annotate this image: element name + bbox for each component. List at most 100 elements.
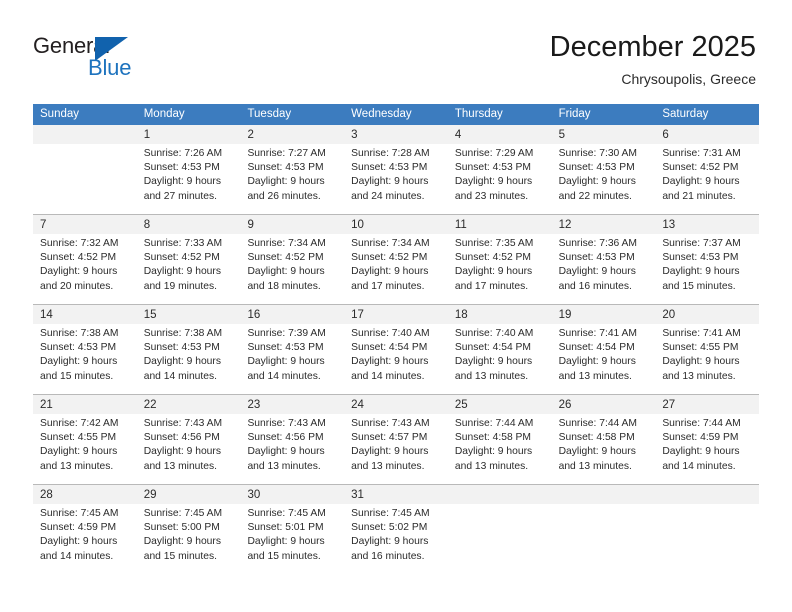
day-number: 5 xyxy=(558,129,565,141)
day-detail-body: Sunrise: 7:44 AM Sunset: 4:58 PM Daylight:… xyxy=(448,414,552,474)
day-number-band: 16 xyxy=(240,305,345,324)
daylight-text: Daylight: 9 hours xyxy=(351,356,429,368)
calendar-day-cell[interactable]: 15 Sunrise: 7:38 AM Sunset: 4:53 PM Dayligh… xyxy=(136,305,241,394)
calendar-week-row: 1 Sunrise: 7:26 AM Sunset: 4:53 PM Daylight… xyxy=(33,125,760,214)
calendar-day-cell[interactable]: 9 Sunrise: 7:34 AM Sunset: 4:52 PM Daylight… xyxy=(240,215,345,304)
calendar-day-cell[interactable]: 10 Sunrise: 7:34 AM Sunset: 4:52 PM Dayligh… xyxy=(344,215,448,304)
daylight-text: Daylight: 9 hours xyxy=(351,536,429,548)
calendar-week-row: 14 Sunrise: 7:38 AM Sunset: 4:53 PM Dayligh… xyxy=(33,304,760,394)
calendar-day-cell[interactable]: 12 Sunrise: 7:36 AM Sunset: 4:53 PM Dayligh… xyxy=(551,215,656,304)
day-number: 11 xyxy=(454,219,467,231)
calendar-day-cell[interactable]: 24 Sunrise: 7:43 AM Sunset: 4:57 PM Dayligh… xyxy=(344,395,448,484)
calendar-day-cell-empty xyxy=(33,125,137,214)
sunset-text: Sunset: 4:53 PM xyxy=(662,252,739,264)
calendar-day-cell[interactable]: 19 Sunrise: 7:41 AM Sunset: 4:54 PM Dayligh… xyxy=(551,305,656,394)
day-detail-body xyxy=(33,144,137,147)
day-number: 4 xyxy=(454,129,462,141)
sunset-text: Sunset: 4:53 PM xyxy=(558,162,635,174)
sunrise-text: Sunrise: 7:43 AM xyxy=(351,418,430,429)
calendar-day-cell[interactable]: 30 Sunrise: 7:45 AM Sunset: 5:01 PM Dayligh… xyxy=(240,485,345,574)
calendar-day-cell-empty xyxy=(655,485,760,574)
calendar-day-cell[interactable]: 23 Sunrise: 7:43 AM Sunset: 4:56 PM Dayligh… xyxy=(240,395,345,484)
calendar-weeks: 1 Sunrise: 7:26 AM Sunset: 4:53 PM Daylight… xyxy=(33,125,760,574)
day-number-band: 20 xyxy=(655,305,760,324)
day-detail-body: Sunrise: 7:29 AM Sunset: 4:53 PM Daylight:… xyxy=(448,144,552,204)
calendar-day-cell[interactable]: 14 Sunrise: 7:38 AM Sunset: 4:53 PM Dayligh… xyxy=(33,305,137,394)
sunrise-text: Sunrise: 7:26 AM xyxy=(143,148,223,159)
calendar-day-cell[interactable]: 13 Sunrise: 7:37 AM Sunset: 4:53 PM Dayligh… xyxy=(655,215,760,304)
daylight-text: Daylight: 9 hours xyxy=(143,446,221,458)
daylight-text: Daylight: 9 hours xyxy=(662,266,740,278)
sunrise-text: Sunrise: 7:35 AM xyxy=(454,238,534,249)
sunset-text: Sunset: 4:56 PM xyxy=(143,432,220,444)
day-number: 16 xyxy=(247,309,261,321)
day-number: 22 xyxy=(143,399,157,411)
day-number-band: 29 xyxy=(136,485,241,504)
calendar-day-cell[interactable]: 2 Sunrise: 7:27 AM Sunset: 4:53 PM Daylight… xyxy=(240,125,345,214)
calendar-day-cell[interactable]: 25 Sunrise: 7:44 AM Sunset: 4:58 PM Dayligh… xyxy=(447,395,552,484)
calendar-day-cell[interactable]: 6 Sunrise: 7:31 AM Sunset: 4:52 PM Daylight… xyxy=(655,125,760,214)
day-number-band: 1 xyxy=(136,125,241,144)
day-number-band: 12 xyxy=(551,215,656,234)
calendar-week-cells: 21 Sunrise: 7:42 AM Sunset: 4:55 PM Dayligh… xyxy=(33,395,760,484)
daylight-text: and 14 minutes. xyxy=(662,460,736,472)
day-number: 7 xyxy=(40,219,47,231)
calendar-day-cell[interactable]: 28 Sunrise: 7:45 AM Sunset: 4:59 PM Dayligh… xyxy=(33,485,137,574)
day-number-band: 31 xyxy=(344,485,448,504)
calendar-day-cell[interactable]: 11 Sunrise: 7:35 AM Sunset: 4:52 PM Dayligh… xyxy=(447,215,552,304)
calendar-day-cell[interactable]: 21 Sunrise: 7:42 AM Sunset: 4:55 PM Dayligh… xyxy=(33,395,137,484)
day-number-band: 5 xyxy=(551,125,656,144)
calendar-day-cell[interactable]: 17 Sunrise: 7:40 AM Sunset: 4:54 PM Dayligh… xyxy=(344,305,448,394)
sunrise-text: Sunrise: 7:45 AM xyxy=(247,508,326,519)
daylight-text: Daylight: 9 hours xyxy=(247,356,325,368)
day-number-band: 4 xyxy=(447,125,552,144)
sunset-text: Sunset: 4:52 PM xyxy=(662,162,739,174)
daylight-text: and 26 minutes. xyxy=(247,190,321,202)
sunrise-text: Sunrise: 7:40 AM xyxy=(351,328,430,339)
daylight-text: Daylight: 9 hours xyxy=(558,176,636,188)
calendar-day-cell[interactable]: 1 Sunrise: 7:26 AM Sunset: 4:53 PM Daylight… xyxy=(136,125,241,214)
calendar-day-cell[interactable]: 22 Sunrise: 7:43 AM Sunset: 4:56 PM Dayligh… xyxy=(136,395,241,484)
daylight-text: and 16 minutes. xyxy=(558,280,632,292)
calendar-day-cell[interactable]: 4 Sunrise: 7:29 AM Sunset: 4:53 PM Daylight… xyxy=(447,125,552,214)
daylight-text: Daylight: 9 hours xyxy=(40,356,118,368)
day-detail-body: Sunrise: 7:45 AM Sunset: 4:59 PM Daylight:… xyxy=(33,504,137,564)
calendar-day-cell[interactable]: 31 Sunrise: 7:45 AM Sunset: 5:02 PM Dayligh… xyxy=(344,485,448,574)
calendar-day-cell[interactable]: 8 Sunrise: 7:33 AM Sunset: 4:52 PM Daylight… xyxy=(136,215,241,304)
daylight-text: Daylight: 9 hours xyxy=(454,356,533,368)
calendar-day-cell[interactable]: 27 Sunrise: 7:44 AM Sunset: 4:59 PM Dayligh… xyxy=(655,395,760,484)
day-detail-body: Sunrise: 7:30 AM Sunset: 4:53 PM Daylight:… xyxy=(552,144,656,204)
sunrise-text: Sunrise: 7:41 AM xyxy=(558,328,638,339)
day-number: 25 xyxy=(454,399,468,411)
sunrise-text: Sunrise: 7:45 AM xyxy=(351,508,430,519)
sunrise-text: Sunrise: 7:32 AM xyxy=(40,238,119,249)
page-header: General Blue December 2025 Chrysoupolis,… xyxy=(0,0,792,104)
day-number-band: 24 xyxy=(344,395,448,414)
day-detail-body: Sunrise: 7:36 AM Sunset: 4:53 PM Daylight:… xyxy=(552,234,656,294)
daylight-text: Daylight: 9 hours xyxy=(143,266,221,278)
brand-logo[interactable]: General Blue xyxy=(33,33,213,88)
calendar-day-cell[interactable]: 5 Sunrise: 7:30 AM Sunset: 4:53 PM Daylight… xyxy=(551,125,656,214)
calendar-day-cell[interactable]: 3 Sunrise: 7:28 AM Sunset: 4:53 PM Daylight… xyxy=(344,125,448,214)
sunset-text: Sunset: 4:53 PM xyxy=(454,162,532,174)
sunset-text: Sunset: 4:58 PM xyxy=(454,432,532,444)
day-number: 12 xyxy=(558,219,572,231)
sunset-text: Sunset: 4:58 PM xyxy=(558,432,635,444)
day-detail-body: Sunrise: 7:40 AM Sunset: 4:54 PM Daylight:… xyxy=(448,324,552,384)
daylight-text: Daylight: 9 hours xyxy=(40,266,118,278)
day-number-band: 26 xyxy=(551,395,656,414)
day-of-week-header-sunday: Sunday xyxy=(40,108,80,120)
day-number: 29 xyxy=(143,489,157,501)
day-number-band: 28 xyxy=(33,485,137,504)
daylight-text: and 27 minutes. xyxy=(143,190,217,202)
sunrise-text: Sunrise: 7:27 AM xyxy=(247,148,326,159)
day-detail-body: Sunrise: 7:45 AM Sunset: 5:00 PM Daylight:… xyxy=(137,504,241,564)
sunrise-text: Sunrise: 7:43 AM xyxy=(247,418,326,429)
calendar-day-cell[interactable]: 18 Sunrise: 7:40 AM Sunset: 4:54 PM Dayligh… xyxy=(447,305,552,394)
calendar-day-cell[interactable]: 29 Sunrise: 7:45 AM Sunset: 5:00 PM Dayligh… xyxy=(136,485,241,574)
calendar-day-cell[interactable]: 26 Sunrise: 7:44 AM Sunset: 4:58 PM Dayligh… xyxy=(551,395,656,484)
calendar-day-cell[interactable]: 7 Sunrise: 7:32 AM Sunset: 4:52 PM Daylight… xyxy=(33,215,137,304)
calendar-day-cell[interactable]: 16 Sunrise: 7:39 AM Sunset: 4:53 PM Dayligh… xyxy=(240,305,345,394)
day-number-band xyxy=(551,485,656,504)
calendar-day-cell[interactable]: 20 Sunrise: 7:41 AM Sunset: 4:55 PM Dayligh… xyxy=(655,305,760,394)
